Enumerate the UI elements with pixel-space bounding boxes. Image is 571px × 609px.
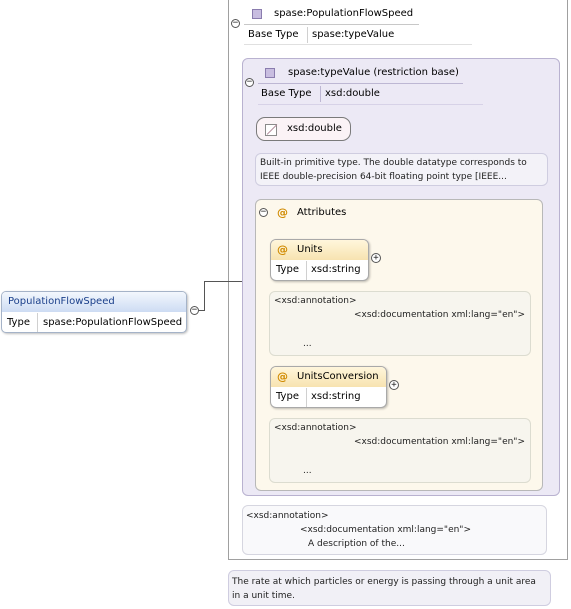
doc-line: in a unit time. [232, 591, 295, 601]
attribute-unitsconversion[interactable]: @ UnitsConversion Type xsd:string [270, 366, 387, 408]
divider [258, 83, 463, 84]
annotation-line: <xsd:annotation> [246, 511, 329, 521]
doc-line: Built-in primitive type. The double data… [260, 158, 527, 168]
divider [320, 86, 321, 102]
attribute-name: UnitsConversion [297, 371, 379, 382]
expand-unitsconversion-icon[interactable]: + [389, 380, 399, 390]
restriction-base-label: Base Type [261, 88, 312, 99]
divider [307, 27, 308, 43]
attribute-type-value: xsd:string [311, 264, 361, 275]
simple-type-icon [265, 68, 275, 78]
divider [244, 24, 419, 25]
element-type-value: spase:PopulationFlowSpeed [43, 317, 183, 328]
divider [37, 313, 38, 332]
attribute-name: Units [297, 244, 323, 255]
annotation-line: ... [303, 339, 312, 349]
complex-type-icon [252, 9, 262, 19]
restriction-base-value: xsd:double [325, 88, 380, 99]
divider [306, 261, 307, 280]
primitive-type-icon [265, 124, 277, 136]
restriction-name: spase:typeValue (restriction base) [288, 67, 459, 78]
element-type-label: Type [7, 317, 30, 328]
divider [306, 388, 307, 407]
collapse-restriction-icon[interactable]: − [245, 78, 254, 87]
attribute-type-label: Type [276, 391, 299, 402]
annotation-line: <xsd:annotation> [274, 296, 357, 306]
collapse-complex-type-icon[interactable]: − [231, 19, 240, 28]
attributes-group-label: Attributes [297, 207, 347, 218]
attribute-icon: @ [277, 243, 288, 256]
annotation-line: <xsd:documentation xml:lang="en"> [300, 525, 471, 535]
doc-line: IEEE double-precision 64-bit floating po… [260, 172, 507, 182]
annotation-line: ... [303, 466, 312, 476]
element-box[interactable]: PopulationFlowSpeed Type spase:Populatio… [1, 291, 187, 333]
primitive-type-label: xsd:double [287, 123, 342, 134]
doc-line: The rate at which particles or energy is… [232, 577, 536, 587]
annotation-line: <xsd:annotation> [274, 423, 357, 433]
attribute-icon: @ [277, 370, 288, 383]
primitive-type-documentation: Built-in primitive type. The double data… [255, 153, 548, 186]
connector-line [204, 281, 205, 311]
type-annotation: <xsd:annotation> <xsd:documentation xml:… [242, 505, 547, 555]
primitive-type-badge[interactable]: xsd:double [256, 117, 351, 141]
collapse-element-icon[interactable]: − [190, 306, 199, 315]
element-documentation: The rate at which particles or energy is… [228, 570, 551, 606]
units-annotation: <xsd:annotation> <xsd:documentation xml:… [269, 291, 531, 356]
divider [258, 104, 483, 105]
unitsconversion-annotation: <xsd:annotation> <xsd:documentation xml:… [269, 418, 531, 483]
annotation-line: <xsd:documentation xml:lang="en"> [354, 437, 525, 447]
attribute-icon: @ [277, 206, 288, 219]
attribute-type-label: Type [276, 264, 299, 275]
annotation-line: <xsd:documentation xml:lang="en"> [354, 310, 525, 320]
attribute-units[interactable]: @ Units Type xsd:string [270, 239, 369, 281]
annotation-line: A description of the... [308, 539, 405, 549]
attribute-type-value: xsd:string [311, 391, 361, 402]
expand-units-icon[interactable]: + [371, 253, 381, 263]
complex-type-name: spase:PopulationFlowSpeed [274, 8, 414, 19]
complex-type-base-value: spase:typeValue [312, 29, 395, 40]
collapse-attributes-icon[interactable]: − [259, 208, 268, 217]
divider [244, 44, 472, 45]
complex-type-base-label: Base Type [248, 29, 299, 40]
element-name: PopulationFlowSpeed [8, 296, 115, 307]
connector-line [204, 281, 242, 282]
